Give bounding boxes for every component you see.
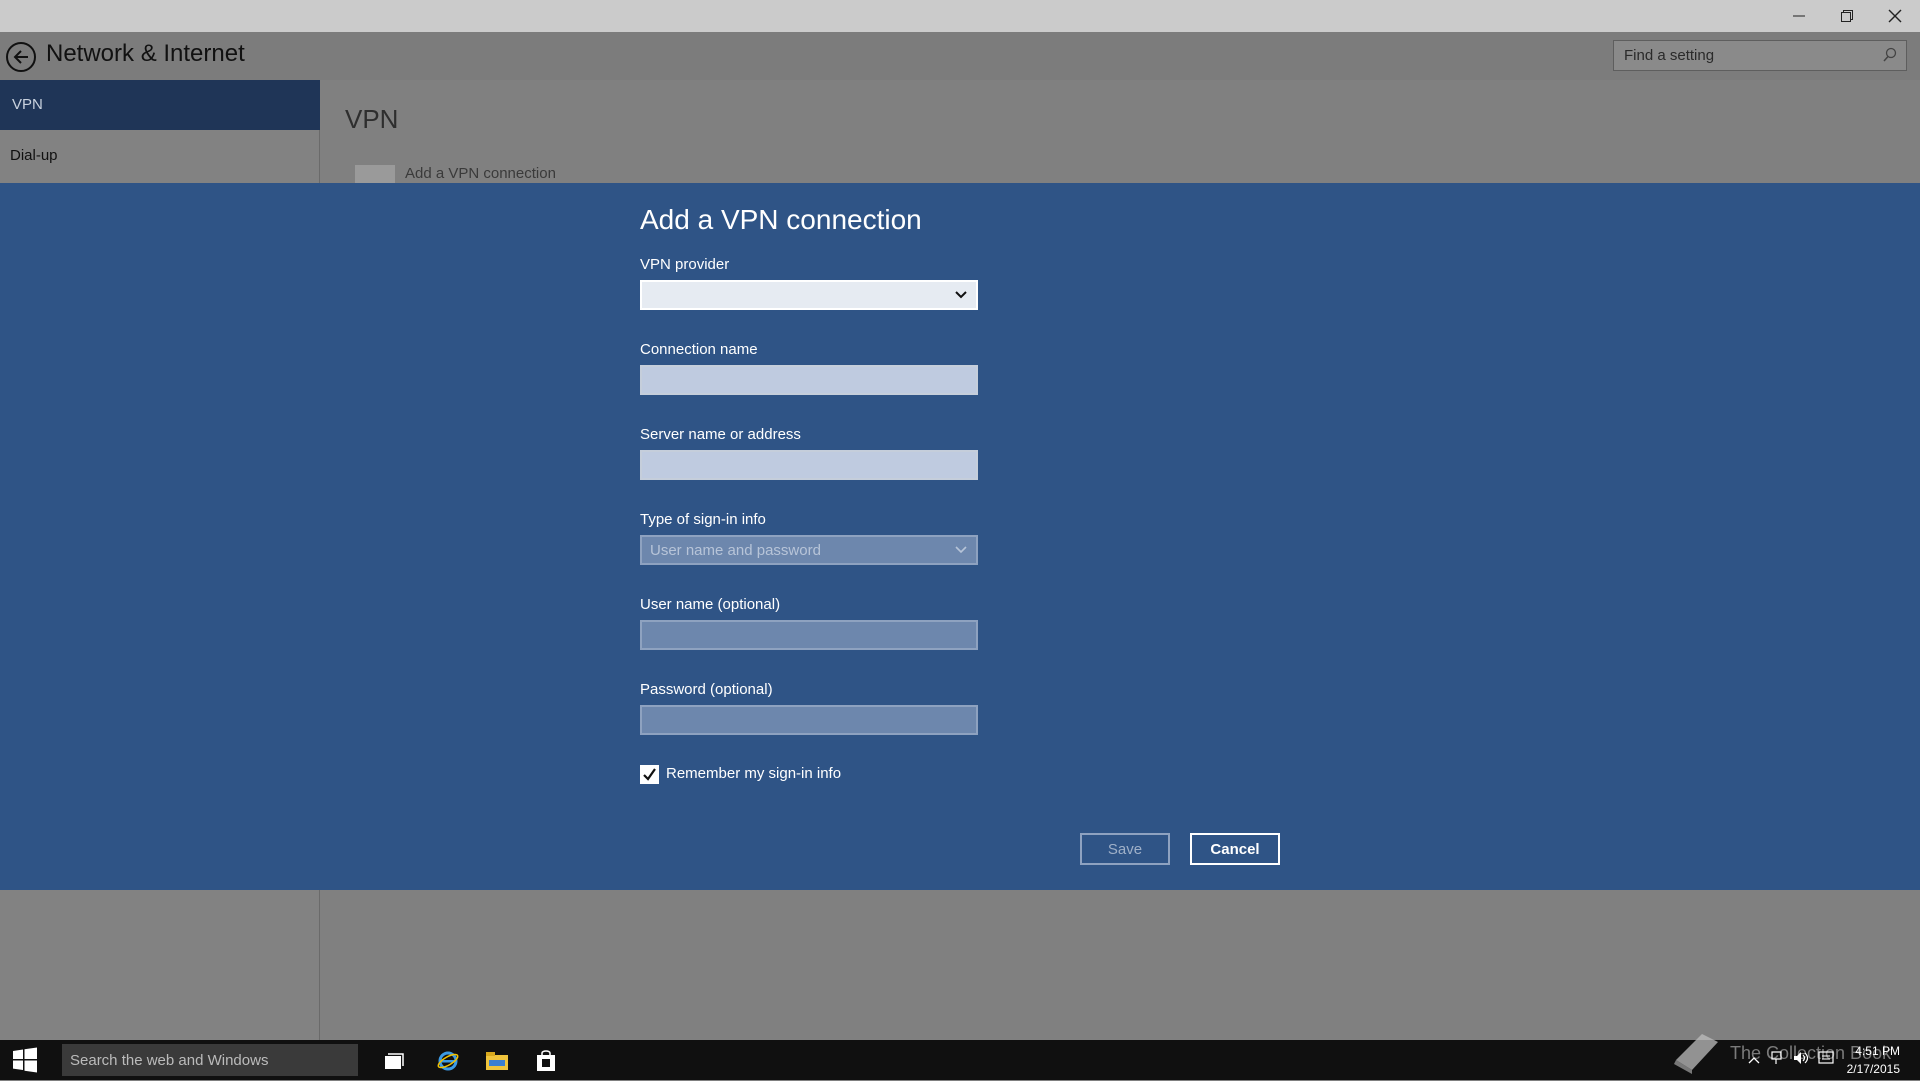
- file-explorer-button[interactable]: [484, 1048, 510, 1074]
- minimize-icon: [1793, 15, 1805, 17]
- vpn-provider-select[interactable]: [640, 280, 978, 310]
- signin-type-value: User name and password: [650, 542, 821, 559]
- restore-button[interactable]: [1824, 0, 1870, 32]
- vpn-provider-label: VPN provider: [640, 256, 730, 273]
- task-view-icon: [385, 1053, 404, 1069]
- page-title: Network & Internet: [46, 40, 245, 67]
- windows-logo-icon: [13, 1047, 37, 1073]
- volume-icon[interactable]: [1792, 1050, 1810, 1071]
- store-bag-icon: [537, 1050, 555, 1071]
- internet-explorer-icon: [437, 1051, 459, 1071]
- close-icon: [1888, 9, 1902, 23]
- chevron-down-icon: [955, 291, 967, 299]
- sidebar-item-label: VPN: [12, 96, 43, 113]
- dialog-title: Add a VPN connection: [640, 204, 922, 235]
- username-input[interactable]: [640, 620, 978, 650]
- server-input[interactable]: [640, 450, 978, 480]
- taskbar-search-placeholder: Search the web and Windows: [70, 1052, 269, 1069]
- back-arrow-icon: [13, 50, 28, 64]
- remember-signin-label[interactable]: Remember my sign-in info: [666, 765, 841, 782]
- server-label: Server name or address: [640, 426, 801, 443]
- chevron-down-icon: [955, 546, 967, 554]
- section-title: VPN: [345, 104, 399, 134]
- book-watermark-icon: [1668, 1030, 1724, 1081]
- clock-date[interactable]: 2/17/2015: [1840, 1062, 1900, 1076]
- clock-time[interactable]: 4:51 PM: [1840, 1044, 1900, 1058]
- checkmark-icon: [643, 768, 656, 781]
- start-button[interactable]: [0, 1040, 50, 1080]
- task-view-button[interactable]: [382, 1048, 408, 1074]
- cancel-button[interactable]: Cancel: [1190, 833, 1280, 865]
- search-icon: [1883, 47, 1897, 62]
- internet-explorer-button[interactable]: [435, 1048, 461, 1074]
- sidebar-item-vpn[interactable]: VPN: [0, 80, 320, 130]
- back-button[interactable]: [6, 42, 36, 72]
- tray-chevron-up-icon[interactable]: [1748, 1052, 1760, 1070]
- save-button[interactable]: Save: [1080, 833, 1170, 865]
- add-vpn-plus-icon[interactable]: [355, 165, 395, 183]
- folder-icon: [486, 1052, 508, 1070]
- minimize-button[interactable]: [1776, 0, 1822, 32]
- signin-type-select[interactable]: User name and password: [640, 535, 978, 565]
- find-setting-placeholder: Find a setting: [1624, 47, 1715, 64]
- add-vpn-link[interactable]: Add a VPN connection: [405, 165, 556, 182]
- store-button[interactable]: [533, 1048, 559, 1074]
- close-button[interactable]: [1872, 0, 1918, 32]
- signin-type-label: Type of sign-in info: [640, 511, 766, 528]
- remember-signin-checkbox[interactable]: [640, 765, 659, 784]
- taskbar-search-input[interactable]: Search the web and Windows: [62, 1044, 358, 1076]
- password-input[interactable]: [640, 705, 978, 735]
- find-setting-input[interactable]: Find a setting: [1613, 40, 1907, 71]
- password-label: Password (optional): [640, 681, 773, 698]
- sidebar-item-dial-up[interactable]: Dial-up: [10, 147, 58, 164]
- restore-icon: [1841, 10, 1853, 22]
- title-bar: [0, 0, 1920, 32]
- action-center-icon[interactable]: [1818, 1050, 1834, 1071]
- connection-name-label: Connection name: [640, 341, 758, 358]
- connection-name-input[interactable]: [640, 365, 978, 395]
- network-icon[interactable]: [1770, 1050, 1786, 1071]
- username-label: User name (optional): [640, 596, 781, 613]
